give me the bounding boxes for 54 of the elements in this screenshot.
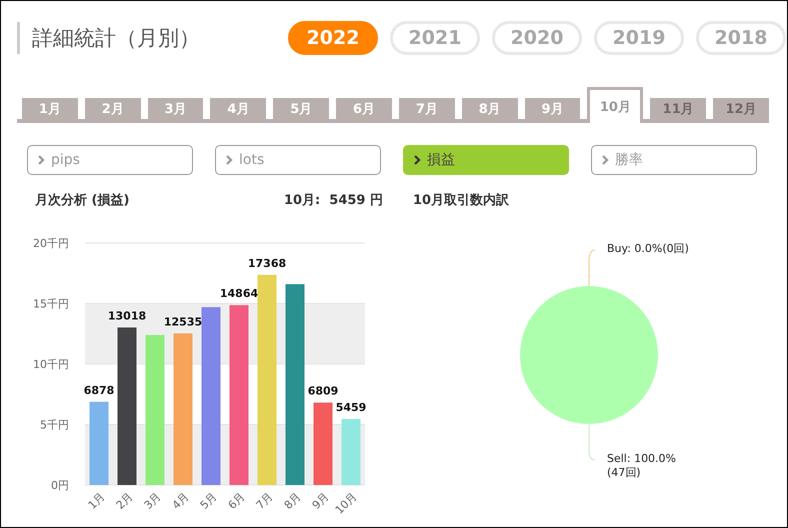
axis-label: 9月	[310, 490, 332, 512]
leader-line	[588, 424, 596, 460]
bar-value-label: 17368	[248, 256, 286, 270]
metric-button[interactable]: 損益	[403, 145, 569, 175]
axis-label: 6月	[226, 490, 248, 512]
month-summary: 10月: 5459 円	[284, 192, 383, 209]
axis-tick-label: 15千円	[33, 298, 69, 310]
bar-value-label: 12535	[164, 315, 202, 328]
axis-label: 8月	[282, 490, 304, 512]
year-tab[interactable]: 2019	[594, 21, 684, 55]
bar-value-label: 6878	[84, 384, 114, 397]
bar-value-label: 13018	[108, 309, 146, 322]
slice-label: Buy: 0.0%(0回)	[607, 241, 689, 256]
year-tab[interactable]: 2018	[696, 21, 786, 55]
month-tab[interactable]: 10月	[587, 87, 644, 123]
year-tab[interactable]: 2021	[390, 21, 480, 55]
month-tab[interactable]: 1月	[22, 98, 78, 120]
axis-label: 5月	[198, 490, 220, 512]
month-tab[interactable]: 9月	[524, 98, 580, 120]
month-tab[interactable]: 4月	[210, 98, 266, 120]
month-tab[interactable]: 3月	[148, 98, 204, 120]
axis-label: 3月	[142, 490, 164, 512]
year-tab[interactable]: 2022	[288, 21, 378, 55]
bar	[342, 418, 360, 485]
chart-title: 10月取引数内訳	[413, 192, 510, 209]
chevron-icon	[602, 155, 609, 165]
chart-title: 月次分析 (損益)	[35, 192, 130, 209]
slice-label: Sell: 100.0%(47回)	[607, 452, 678, 480]
axis-tick-label: 5千円	[40, 418, 69, 432]
month-tab[interactable]: 5月	[273, 98, 330, 120]
chevron-icon	[226, 155, 233, 165]
year-tab[interactable]: 2020	[492, 21, 582, 55]
leader-line	[588, 250, 596, 286]
axis-tick-label: 10千円	[33, 358, 69, 371]
page-title: 詳細統計（月別）	[17, 22, 272, 54]
axis-label: 4月	[170, 490, 192, 512]
axis-label: 2月	[114, 490, 136, 512]
axis-tick-label: 0円	[51, 479, 69, 492]
chevron-icon	[414, 155, 421, 165]
month-tab[interactable]: 2月	[84, 98, 141, 120]
axis-label: 7月	[254, 490, 276, 512]
metric-button[interactable]: lots	[215, 145, 381, 175]
axis-label: 10月	[332, 490, 360, 517]
bar-value-label: 6809	[308, 384, 338, 398]
axis-tick-label: 20千円	[33, 237, 69, 250]
bar-value-label: 5459	[336, 400, 366, 414]
month-tab[interactable]: 6月	[336, 98, 392, 120]
month-tab[interactable]: 7月	[398, 98, 455, 120]
axis-label: 1月	[86, 490, 108, 512]
metric-button[interactable]: pips	[27, 145, 193, 175]
month-tab[interactable]: 8月	[462, 98, 518, 120]
chevron-icon	[38, 155, 45, 165]
metric-button[interactable]: 勝率	[591, 145, 757, 175]
bar-value-label: 14864	[220, 287, 258, 300]
